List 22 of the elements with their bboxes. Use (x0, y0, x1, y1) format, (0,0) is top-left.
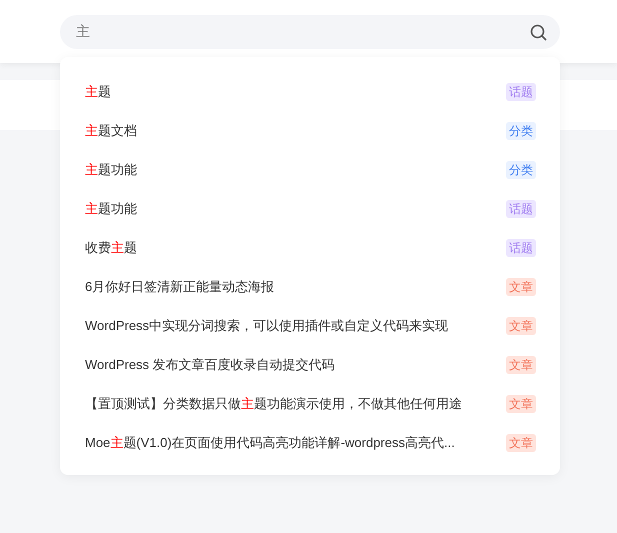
suggestion-item[interactable]: 主题功能 分类 (85, 150, 536, 189)
suggestion-item[interactable]: WordPress 发布文章百度收录自动提交代码 文章 (85, 345, 536, 384)
type-tag: 分类 (506, 122, 536, 140)
type-tag: 话题 (506, 238, 536, 256)
type-tag: 文章 (506, 434, 536, 452)
search-field[interactable]: 主 (60, 15, 560, 49)
type-tag: 分类 (506, 160, 536, 178)
suggestion-item[interactable]: 主题功能 话题 (85, 189, 536, 228)
suggestion-item[interactable]: 主题文档 分类 (85, 111, 536, 150)
type-tag: 话题 (506, 200, 536, 218)
type-tag: 文章 (506, 316, 536, 334)
suggestion-item[interactable]: 主题 话题 (85, 72, 536, 111)
type-tag: 话题 (506, 82, 536, 100)
suggestion-item[interactable]: Moe主题(V1.0)在页面使用代码高亮功能详解-wordpress高亮代... 文章 (85, 423, 536, 462)
type-tag: 文章 (506, 394, 536, 412)
suggestion-item[interactable]: 6月你好日签清新正能量动态海报 文章 (85, 267, 536, 306)
search-icon[interactable] (530, 24, 547, 41)
suggestion-item[interactable]: WordPress中实现分词搜索，可以使用插件或自定义代码来实现 文章 (85, 306, 536, 345)
type-tag: 文章 (506, 356, 536, 374)
suggestion-item[interactable]: 【置顶测试】分类数据只做主题功能演示使用，不做其他任何用途 文章 (85, 384, 536, 423)
suggestion-item[interactable]: 收费主题 话题 (85, 228, 536, 267)
type-tag: 文章 (506, 278, 536, 296)
